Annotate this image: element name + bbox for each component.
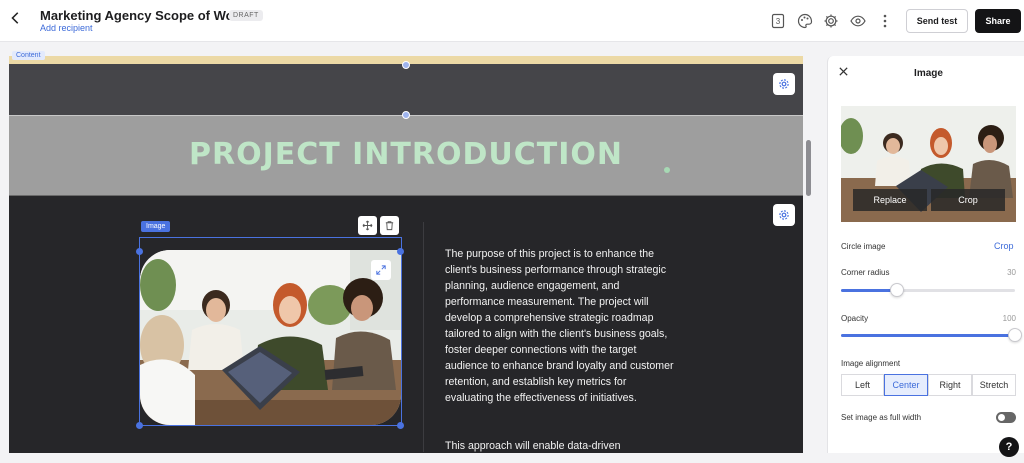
top-section[interactable] [9,64,803,115]
image-alignment-label: Image alignment [841,359,901,368]
document-title: Marketing Agency Scope of Work [40,8,246,23]
trash-icon [385,221,394,231]
image-tag: Image [141,221,171,232]
corner-radius-slider[interactable] [841,283,1015,297]
top-bar: Marketing Agency Scope of Work DRAFT Add… [0,0,1024,42]
add-section-handle[interactable] [402,61,410,69]
content-tag: Content [12,51,45,60]
chevron-left-icon[interactable] [9,11,25,29]
align-center-option[interactable]: Center [884,374,928,396]
text-handle[interactable] [664,167,670,173]
corner-radius-label: Corner radius [841,268,890,277]
more-vertical-icon[interactable] [876,12,893,29]
panel-title: Image [914,68,943,79]
circle-crop-link[interactable]: Crop [994,241,1014,251]
send-test-button[interactable]: Send test [906,9,968,33]
move-icon [362,220,373,231]
full-width-toggle[interactable] [996,412,1016,423]
page-heading[interactable]: PROJECT INTRODUCTION [9,137,803,172]
expand-icon [376,265,386,275]
resize-handle[interactable] [136,248,143,255]
corner-radius-value: 30 [1007,268,1016,277]
section-settings-button[interactable] [773,204,795,226]
canvas-scrollbar[interactable] [806,140,811,196]
help-button[interactable]: ? [999,437,1019,457]
opacity-label: Opacity [841,314,869,323]
resize-handle[interactable] [397,248,404,255]
corner-radius-fill [841,289,897,292]
replace-image-button[interactable]: Replace [853,189,927,211]
page-count-icon[interactable]: 3 [769,12,786,29]
team-meeting-image[interactable] [140,250,401,425]
share-button[interactable]: Share [975,9,1021,33]
resize-handle[interactable] [397,422,404,429]
status-badge: DRAFT [229,10,263,21]
gear-icon [779,79,789,89]
expand-image-button[interactable] [371,260,391,280]
gear-icon[interactable] [822,12,839,29]
move-button[interactable] [358,216,377,235]
align-right-option[interactable]: Right [928,374,972,396]
opacity-slider[interactable] [841,328,1022,342]
svg-text:3: 3 [775,17,780,26]
opacity-knob[interactable] [1008,328,1022,342]
column-divider [423,222,424,452]
delete-button[interactable] [380,216,399,235]
align-stretch-option[interactable]: Stretch [972,374,1016,396]
section-settings-button[interactable] [773,73,795,95]
intro-paragraph-continued[interactable]: This approach will enable data-driven [445,438,675,454]
intro-paragraph[interactable]: The purpose of this project is to enhanc… [445,246,675,406]
gear-icon [779,210,789,220]
add-section-handle[interactable] [402,111,410,119]
align-left-option[interactable]: Left [841,374,884,396]
resize-handle[interactable] [136,422,143,429]
corner-radius-knob[interactable] [889,283,904,297]
circle-image-label: Circle image [841,242,886,251]
body-section[interactable] [9,196,803,453]
full-width-label: Set image as full width [841,413,922,422]
crop-image-button[interactable]: Crop [931,189,1005,211]
opacity-fill [841,334,1015,337]
palette-icon[interactable] [796,12,813,29]
opacity-value: 100 [1002,314,1016,323]
eye-icon[interactable] [849,12,866,29]
add-recipient-link[interactable]: Add recipient [40,23,93,33]
